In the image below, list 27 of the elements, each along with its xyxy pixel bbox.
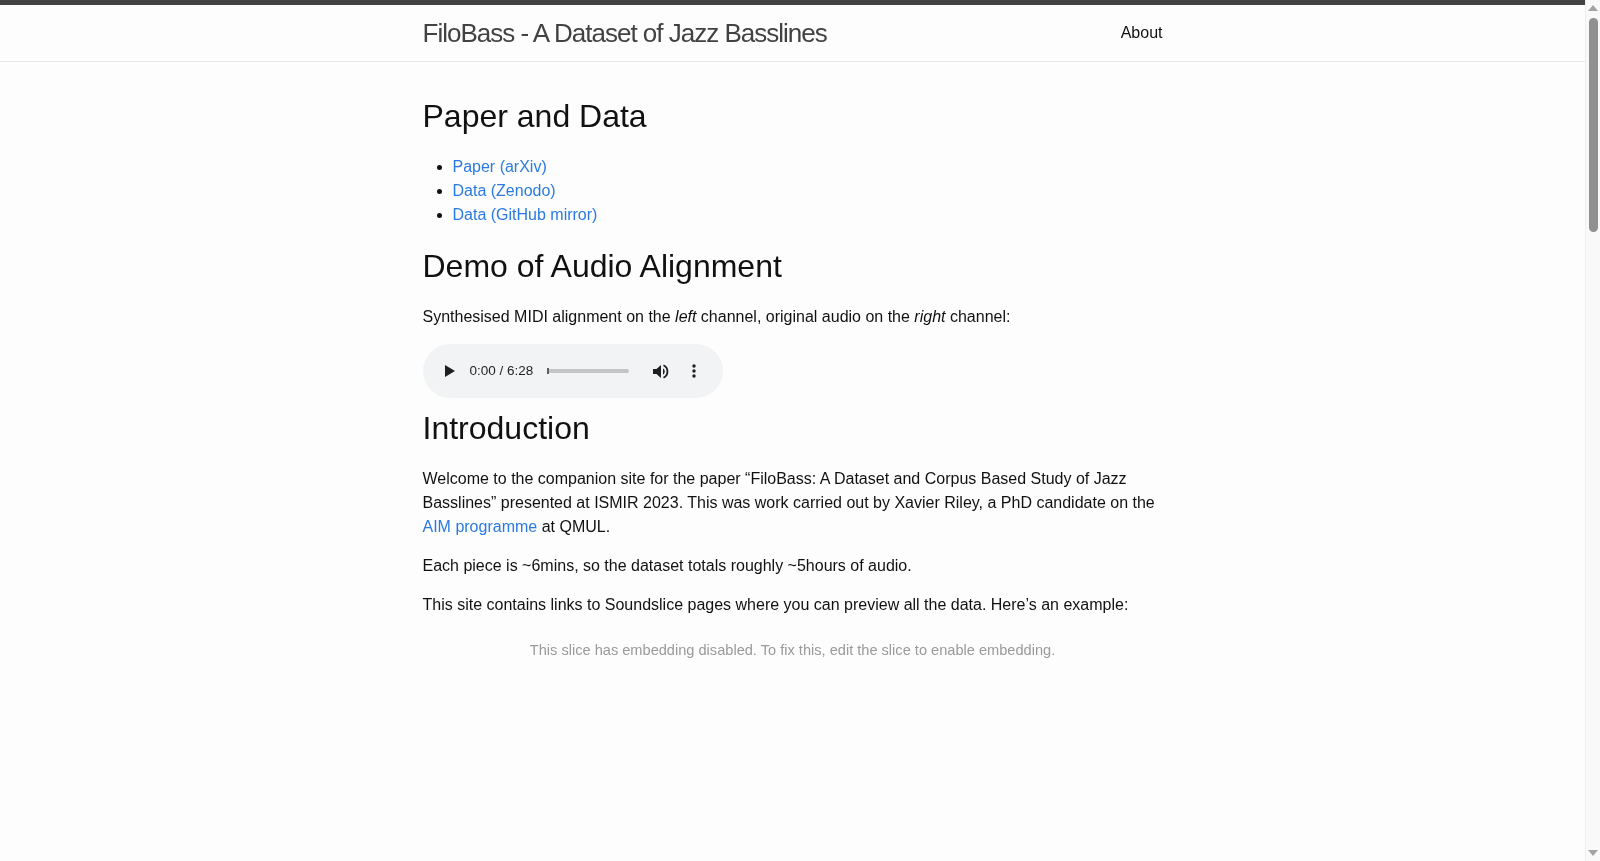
- scroll-up-icon[interactable]: [1588, 5, 1598, 11]
- seek-slider[interactable]: [548, 369, 630, 373]
- section-heading: Demo of Audio Alignment: [422, 247, 783, 286]
- list-link[interactable]: Paper (arXiv): [452, 155, 547, 179]
- embed-notice: This slice has embedding disabled. To fix this, edit the slice to enable embedding.: [529, 642, 1056, 658]
- volume-icon[interactable]: [653, 363, 670, 379]
- site-title[interactable]: FiloBass - A Dataset of Jazz Basslines: [422, 13, 827, 53]
- scrollbar[interactable]: [1585, 0, 1600, 861]
- section-heading: Paper and Data: [422, 97, 648, 136]
- paragraph: Each piece is ~6mins, so the dataset totals roughly ~5hours of audio.: [422, 556, 913, 576]
- scrollbar-thumb[interactable]: [1588, 18, 1598, 232]
- paragraph: Welcome to the companion site for the paper “FiloBass: A Dataset and Corpus Based Study of Jazz Basslines” presented at ISMIR 2023. This was work carried out by Xavier Riley, a PhD candidate on the AIM programme at QMUL.: [422, 469, 1156, 537]
- paragraph: This site contains links to Soundslice pages where you can preview all the data. Here’s an example:: [422, 595, 1130, 615]
- nav-link[interactable]: About: [1120, 24, 1163, 41]
- scroll-down-icon[interactable]: [1588, 850, 1598, 856]
- paragraph: Synthesised MIDI alignment on the left channel, original audio on the right channel:: [422, 307, 1012, 327]
- play-icon[interactable]: [444, 365, 455, 377]
- time-display: 0:00 / 6:28: [469, 363, 534, 379]
- section-heading: Introduction: [422, 409, 591, 448]
- list-link[interactable]: Data (Zenodo): [452, 179, 556, 203]
- seek-thumb[interactable]: [547, 368, 550, 374]
- more-options-icon[interactable]: [692, 364, 697, 378]
- list-link[interactable]: Data (GitHub mirror): [452, 203, 598, 227]
- bullet-icon: [436, 212, 442, 218]
- bullet-icon: [436, 188, 442, 194]
- bullet-icon: [436, 164, 442, 170]
- inline-link[interactable]: AIM programme: [422, 518, 538, 535]
